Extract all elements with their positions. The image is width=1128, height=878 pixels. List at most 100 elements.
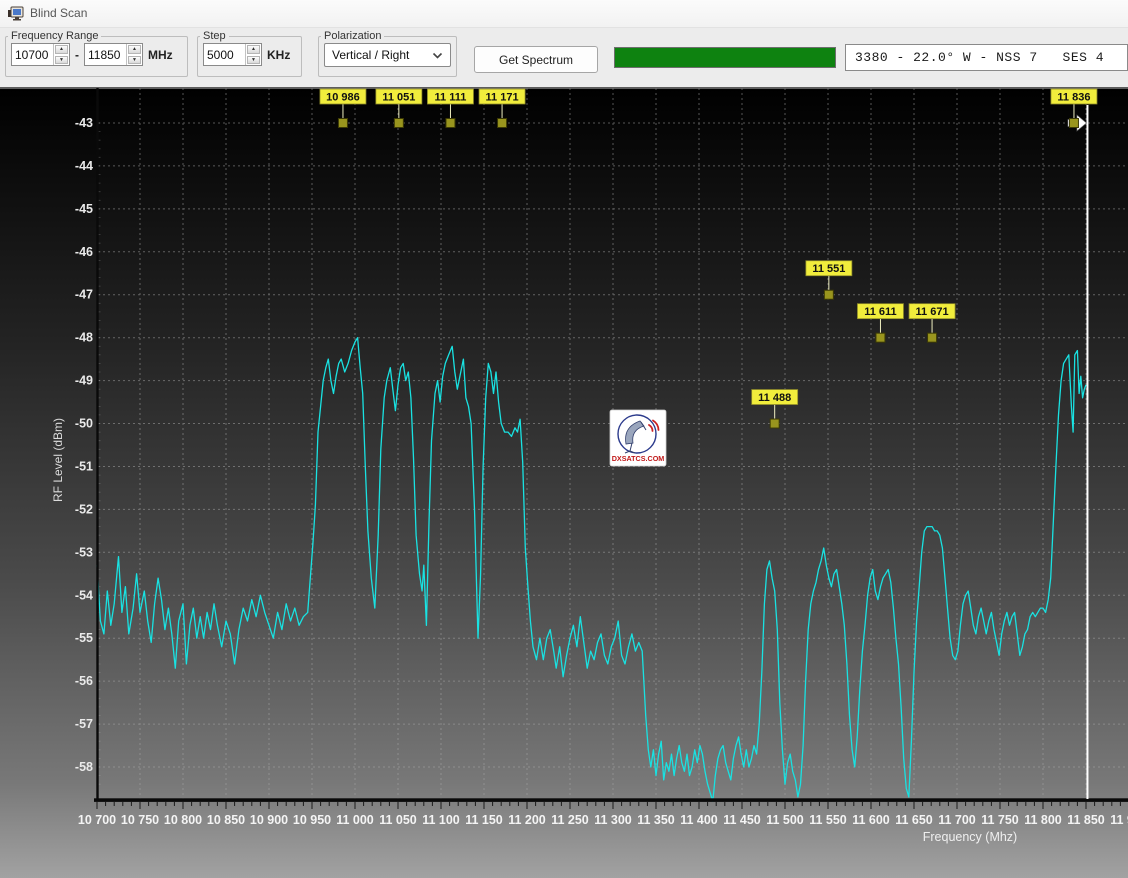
spin-down-icon[interactable]: ▼ — [55, 56, 68, 65]
step-unit-label: KHz — [267, 48, 290, 62]
marker-square — [338, 119, 347, 128]
step-label: Step — [200, 30, 229, 42]
spin-down-icon[interactable]: ▼ — [247, 56, 260, 65]
app-icon — [7, 4, 25, 22]
marker-label: 11 611 — [864, 306, 896, 318]
step-input[interactable] — [204, 44, 245, 65]
x-tick-label: 11 750 — [981, 813, 1019, 827]
x-tick-label: 10 750 — [121, 813, 159, 827]
y-tick-label: -49 — [75, 374, 93, 388]
polarization-group: Polarization Vertical / Right — [318, 30, 457, 77]
marker-label: 11 051 — [382, 92, 415, 104]
freq-end-spinner[interactable]: ▲▼ — [126, 44, 142, 65]
marker-label: 10 986 — [326, 92, 360, 104]
x-tick-label: 11 650 — [895, 813, 933, 827]
x-tick-label: 11 250 — [551, 813, 589, 827]
step-spinbox: ▲▼ — [203, 43, 262, 66]
title-bar: Blind Scan — [0, 0, 1128, 28]
spectrum-chart[interactable]: -43 -44 -45 -46 -47 -48 -49 -50 -51 -52 -53 -54 -55 -… — [0, 87, 1128, 878]
logo-text: DXSATCS.COM — [612, 454, 665, 463]
x-tick-label: 11 800 — [1024, 813, 1062, 827]
blind-scan-window: Blind Scan Frequency Range ▲▼ - ▲▼ MHz S… — [0, 0, 1128, 878]
y-tick-label: -51 — [75, 459, 93, 473]
x-axis-title: Frequency (Mhz) — [923, 830, 1017, 844]
marker-square — [770, 419, 779, 428]
x-tick-label: 11 600 — [852, 813, 890, 827]
marker-square — [824, 290, 833, 299]
y-tick-label: -52 — [75, 502, 93, 516]
get-spectrum-button[interactable]: Get Spectrum — [474, 46, 598, 73]
x-tick-label: 11 500 — [766, 813, 804, 827]
x-tick-label: 11 350 — [637, 813, 675, 827]
spin-down-icon[interactable]: ▼ — [128, 56, 141, 65]
window-title: Blind Scan — [30, 6, 87, 20]
freq-start-spinner[interactable]: ▲▼ — [53, 44, 69, 65]
dxsatcs-logo: DXSATCS.COM — [610, 410, 666, 466]
freq-end-spinbox: ▲▼ — [84, 43, 143, 66]
y-tick-label: -56 — [75, 674, 93, 688]
x-tick-label: 11 700 — [938, 813, 976, 827]
x-tick-label: 11 000 — [336, 813, 374, 827]
y-tick-label: -53 — [75, 545, 93, 559]
freq-end-input[interactable] — [85, 44, 126, 65]
marker-label: 11 551 — [812, 263, 845, 275]
polarization-selected-value: Vertical / Right — [332, 48, 409, 62]
y-tick-label: -46 — [75, 245, 93, 259]
spin-up-icon[interactable]: ▲ — [55, 45, 68, 54]
marker-label: 11 111 — [435, 92, 467, 104]
range-separator: - — [75, 48, 79, 62]
y-tick-label: -55 — [75, 631, 93, 645]
x-tick-label: 11 400 — [680, 813, 718, 827]
marker-square — [928, 333, 937, 342]
x-tick-label: 10 850 — [207, 813, 245, 827]
freq-start-input[interactable] — [12, 44, 53, 65]
x-tick-label: 11 850 — [1067, 813, 1105, 827]
marker-label: 11 488 — [758, 392, 791, 404]
x-tick-label: 11 150 — [465, 813, 503, 827]
x-tick-label: 11 100 — [422, 813, 460, 827]
freq-unit-label: MHz — [148, 48, 173, 62]
x-tick-label: 11 200 — [508, 813, 546, 827]
y-axis-line — [96, 88, 98, 800]
chevron-down-icon — [432, 48, 443, 62]
y-axis-title: RF Level (dBm) — [51, 418, 65, 502]
marker-square — [446, 119, 455, 128]
x-tick-label: 11 300 — [594, 813, 632, 827]
x-tick-label: 11 900 — [1110, 813, 1128, 827]
y-tick-label: -48 — [75, 331, 93, 345]
freq-start-spinbox: ▲▼ — [11, 43, 70, 66]
chart-background — [0, 87, 1128, 878]
y-tick-label: -45 — [75, 202, 93, 216]
marker-label: 11 671 — [916, 306, 949, 318]
step-group: Step ▲▼ KHz — [197, 30, 302, 77]
x-tick-label: 10 700 — [78, 813, 116, 827]
frequency-range-group: Frequency Range ▲▼ - ▲▼ MHz — [5, 30, 188, 77]
x-axis-line — [94, 798, 1128, 802]
y-tick-label: -47 — [75, 288, 93, 302]
satellite-info-field: 3380 - 22.0° W - NSS 7 SES 4 — [845, 44, 1128, 71]
marker-label: 11 836 — [1057, 92, 1090, 104]
y-tick-label: -58 — [75, 760, 93, 774]
polarization-select[interactable]: Vertical / Right — [324, 43, 451, 67]
marker-square — [1069, 119, 1078, 128]
x-tick-label: 11 050 — [379, 813, 417, 827]
x-tick-label: 10 950 — [293, 813, 331, 827]
spin-up-icon[interactable]: ▲ — [128, 45, 141, 54]
frequency-range-label: Frequency Range — [8, 30, 101, 42]
x-tick-label: 11 550 — [809, 813, 847, 827]
y-tick-label: -43 — [75, 116, 93, 130]
x-tick-label: 11 450 — [723, 813, 761, 827]
spin-up-icon[interactable]: ▲ — [247, 45, 260, 54]
step-spinner[interactable]: ▲▼ — [245, 44, 261, 65]
y-tick-label: -44 — [75, 159, 93, 173]
y-tick-label: -57 — [75, 717, 93, 731]
y-tick-label: -50 — [75, 417, 93, 431]
x-tick-label: 10 900 — [250, 813, 288, 827]
scan-progress-bar — [614, 47, 836, 68]
marker-square — [394, 119, 403, 128]
y-tick-label: -54 — [75, 588, 93, 602]
polarization-label: Polarization — [321, 30, 384, 42]
scan-progress-fill — [615, 48, 835, 67]
marker-label: 11 171 — [486, 92, 519, 104]
x-tick-label: 10 800 — [164, 813, 202, 827]
